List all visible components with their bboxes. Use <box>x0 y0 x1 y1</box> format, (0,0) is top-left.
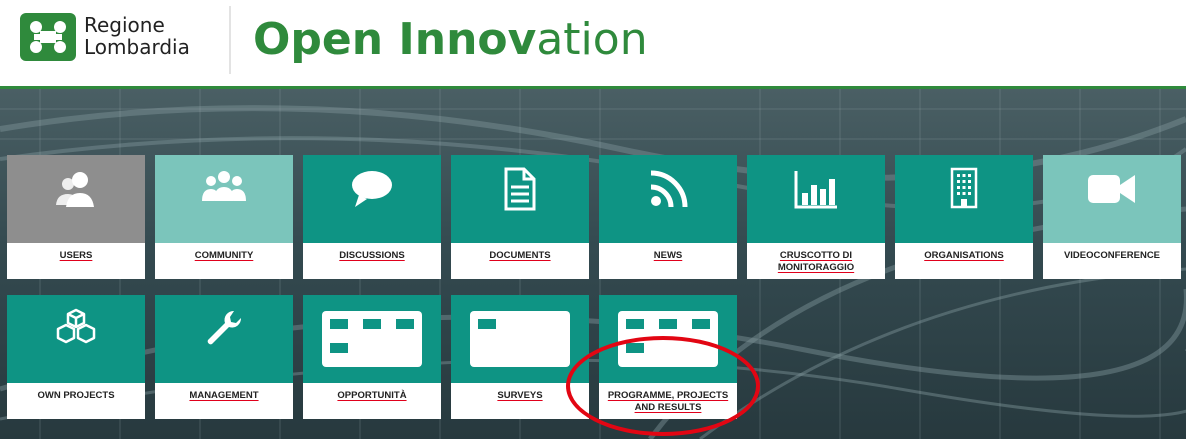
tile-label: OPPORTUNITÀ <box>337 390 407 401</box>
tile-documents-bottom: DOCUMENTS <box>451 243 589 279</box>
document-icon <box>504 167 536 211</box>
panel-icon <box>470 311 570 367</box>
tile-own-projects-top <box>7 295 145 383</box>
tile-label: OWN PROJECTS <box>37 390 115 401</box>
tile-users-top <box>7 155 145 243</box>
tile-community-top <box>155 155 293 243</box>
logo-line-1: Regione <box>84 13 165 37</box>
tile-cruscotto-bottom: CRUSCOTTO DI MONITORAGGIO <box>747 243 885 279</box>
tile-programme-projects-results[interactable]: PROGRAMME, PROJECTS AND RESULTS <box>599 295 737 419</box>
tile-management-bottom: MANAGEMENT <box>155 383 293 419</box>
tile-surveys[interactable]: SURVEYS <box>451 295 589 419</box>
tile-label: PROGRAMME, PROJECTS AND RESULTS <box>607 390 729 413</box>
tile-news[interactable]: NEWS <box>599 155 737 279</box>
header-divider <box>229 6 231 74</box>
tile-discussions-bottom: DISCUSSIONS <box>303 243 441 279</box>
tile-label: ORGANISATIONS <box>924 250 1004 261</box>
tile-videoconference-bottom: VIDEOCONFERENCE <box>1043 243 1181 279</box>
title-light: ation <box>536 14 648 65</box>
logo-line-2: Lombardia <box>84 35 190 59</box>
tile-community-bottom: COMMUNITY <box>155 243 293 279</box>
header: Regione Lombardia Open Innovation <box>0 0 1186 89</box>
tile-organisations[interactable]: ORGANISATIONS <box>895 155 1033 279</box>
tile-label: SURVEYS <box>497 390 543 401</box>
community-icon <box>202 171 246 201</box>
bar-chart-icon <box>794 171 837 209</box>
tile-users[interactable]: USERS <box>7 155 145 279</box>
tile-label: NEWS <box>653 250 683 261</box>
tile-videoconference[interactable]: VIDEOCONFERENCE <box>1043 155 1181 279</box>
tile-management[interactable]: MANAGEMENT <box>155 295 293 419</box>
tile-discussions[interactable]: DISCUSSIONS <box>303 155 441 279</box>
tile-discussions-top <box>303 155 441 243</box>
grid-icon <box>322 311 422 367</box>
tile-documents-top <box>451 155 589 243</box>
page-title: Open Innovation <box>253 13 648 67</box>
tile-organisations-bottom: ORGANISATIONS <box>895 243 1033 279</box>
tile-opportunita-top <box>303 295 441 383</box>
tile-news-bottom: NEWS <box>599 243 737 279</box>
tile-surveys-bottom: SURVEYS <box>451 383 589 419</box>
tile-label: DOCUMENTS <box>489 250 551 261</box>
speech-bubble-icon <box>352 171 392 207</box>
tile-opportunita[interactable]: OPPORTUNITÀ <box>303 295 441 419</box>
tile-management-top <box>155 295 293 383</box>
tile-users-bottom: USERS <box>7 243 145 279</box>
building-icon <box>950 167 978 209</box>
tile-programme-top <box>599 295 737 383</box>
tile-label: CRUSCOTTO DI MONITORAGGIO <box>777 250 855 273</box>
tile-own-projects[interactable]: OWN PROJECTS <box>7 295 145 419</box>
tile-organisations-top <box>895 155 1033 243</box>
tile-own-projects-bottom: OWN PROJECTS <box>7 383 145 419</box>
tile-label: MANAGEMENT <box>189 390 259 401</box>
wrench-icon <box>207 310 242 345</box>
users-icon <box>56 172 94 207</box>
tile-cruscotto-top <box>747 155 885 243</box>
tile-label: USERS <box>59 250 93 261</box>
tile-opportunita-bottom: OPPORTUNITÀ <box>303 383 441 419</box>
logo-text: Regione Lombardia <box>84 14 190 58</box>
tile-label: COMMUNITY <box>194 250 254 261</box>
video-camera-icon <box>1088 175 1135 203</box>
tile-programme-bottom: PROGRAMME, PROJECTS AND RESULTS <box>599 383 737 419</box>
tile-surveys-top <box>451 295 589 383</box>
tile-cruscotto[interactable]: CRUSCOTTO DI MONITORAGGIO <box>747 155 885 279</box>
tile-label: VIDEOCONFERENCE <box>1063 250 1161 261</box>
regione-lombardia-logo-icon[interactable] <box>20 13 76 61</box>
tile-community[interactable]: COMMUNITY <box>155 155 293 279</box>
tile-news-top <box>599 155 737 243</box>
rss-icon <box>650 170 688 208</box>
tile-videoconference-top <box>1043 155 1181 243</box>
title-bold: Open Innov <box>253 14 537 65</box>
tile-label: DISCUSSIONS <box>339 250 405 261</box>
grid-icon <box>618 311 718 367</box>
tile-documents[interactable]: DOCUMENTS <box>451 155 589 279</box>
cubes-icon <box>56 308 96 344</box>
